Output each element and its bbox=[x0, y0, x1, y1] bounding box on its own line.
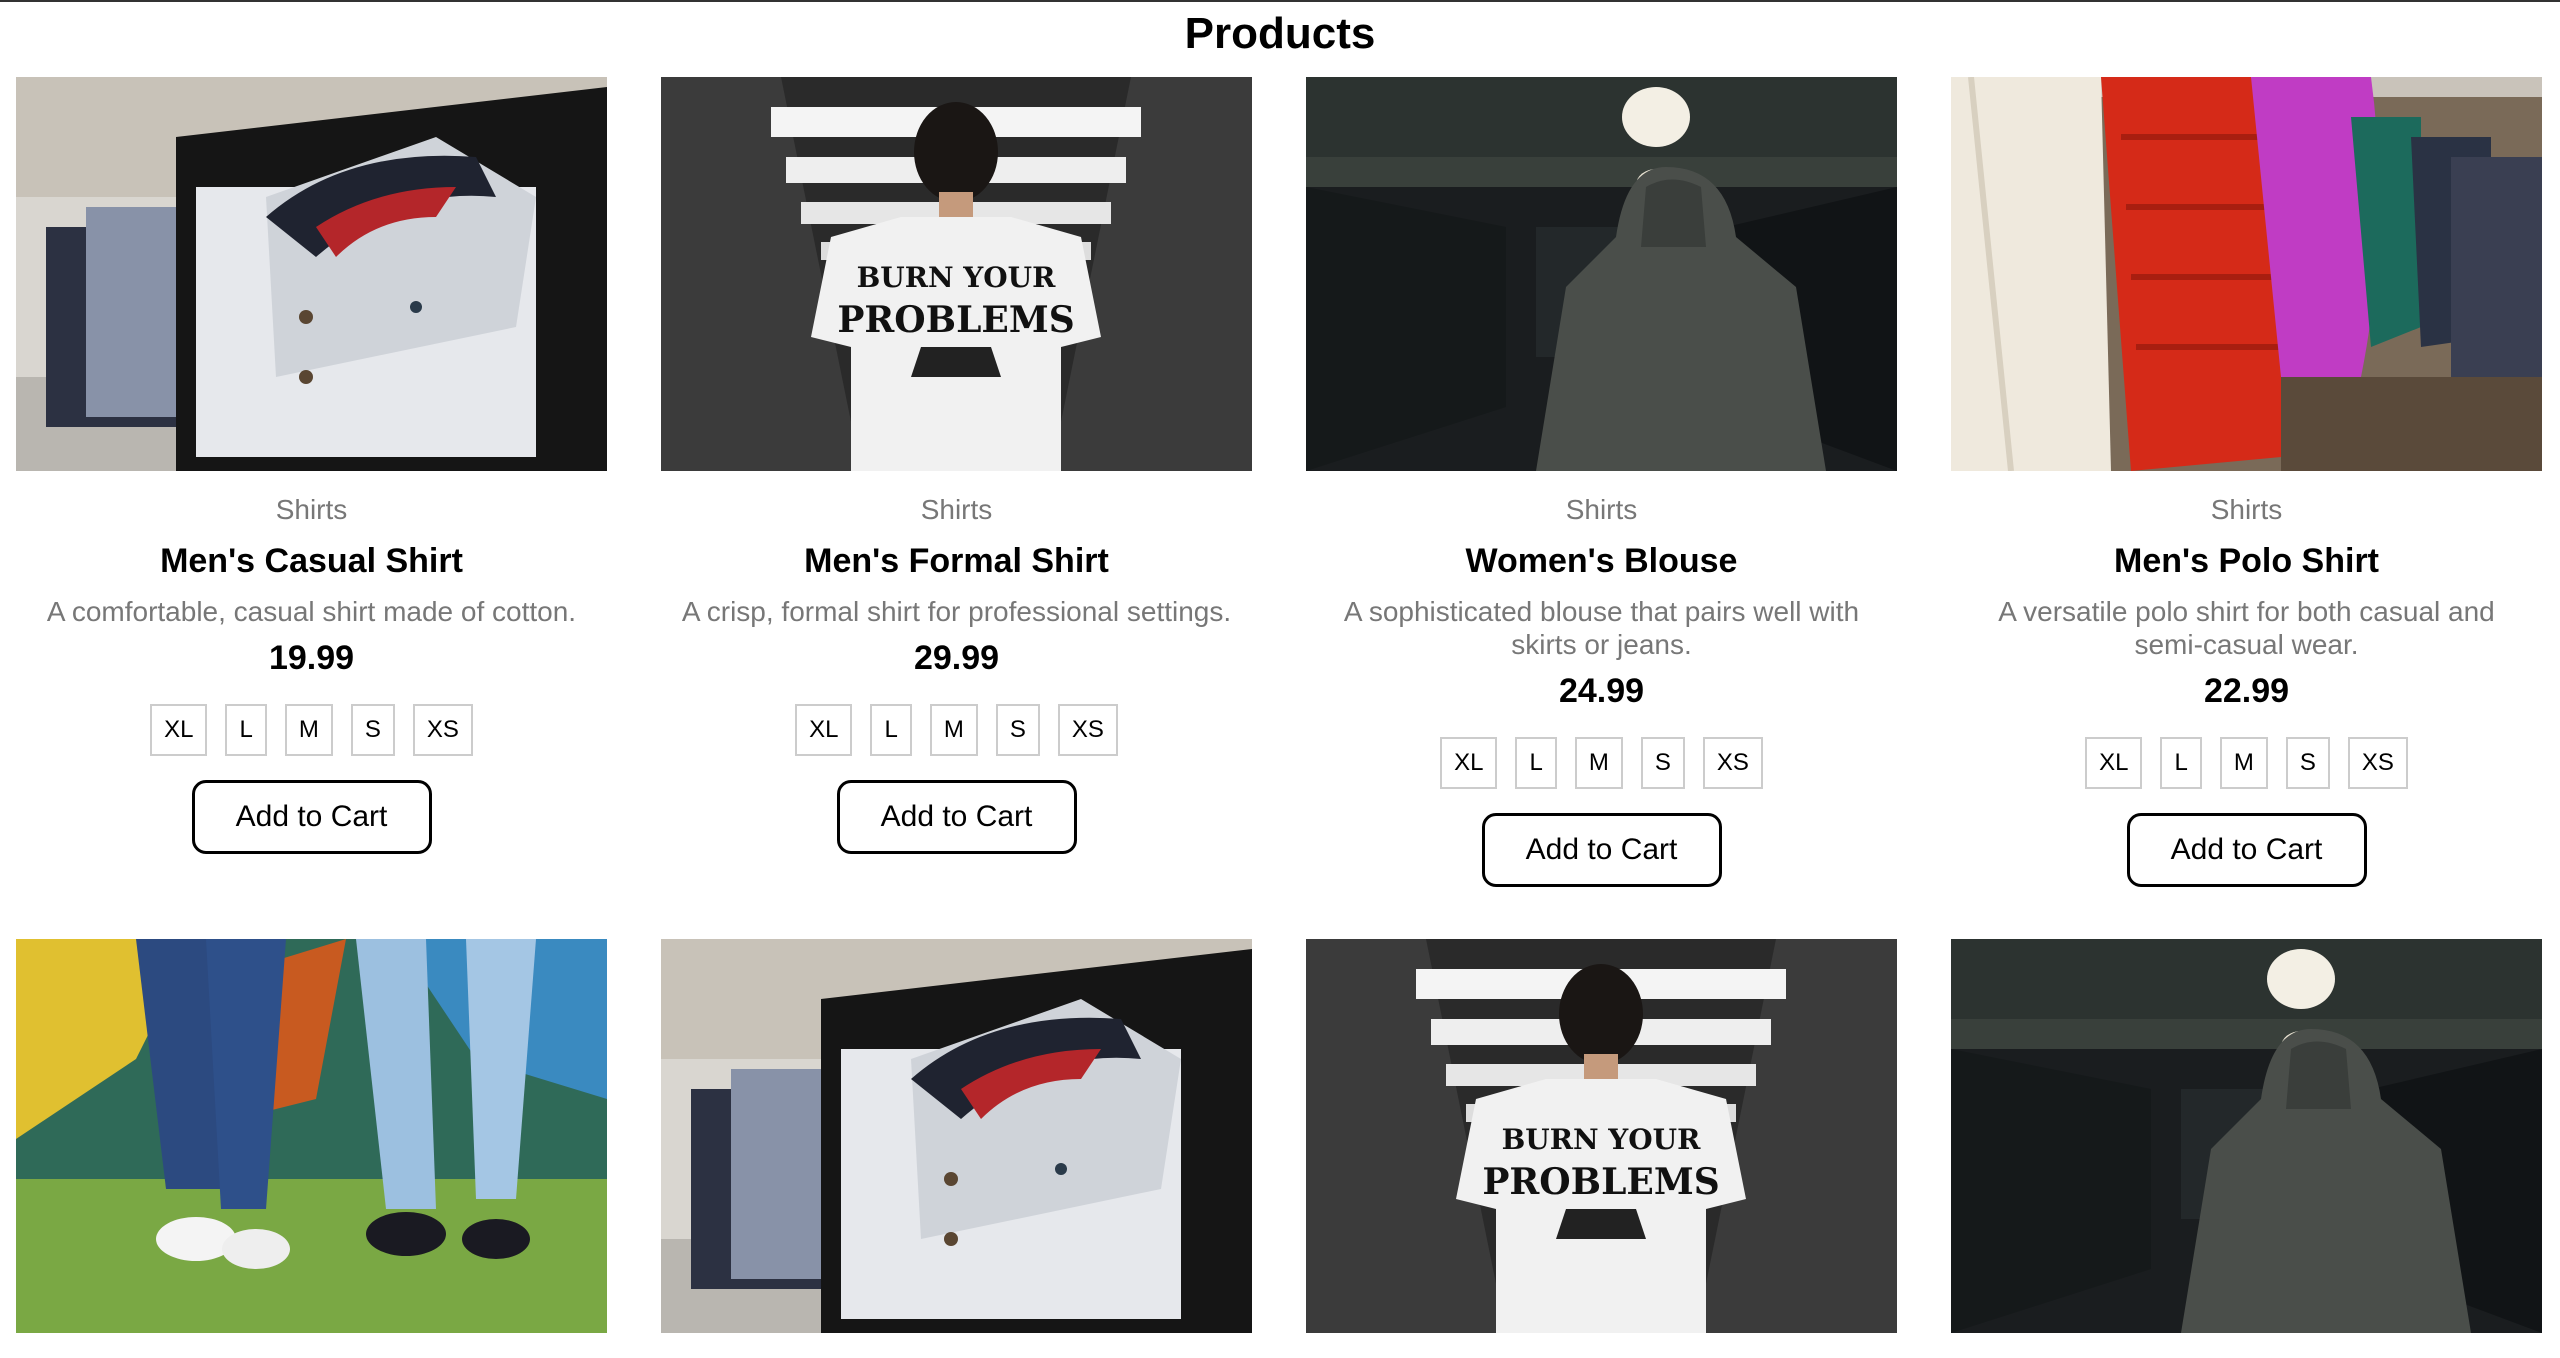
product-category: Shirts bbox=[2210, 494, 2283, 525]
product-card bbox=[16, 939, 607, 1333]
product-image-jackets[interactable] bbox=[1951, 77, 2542, 471]
shirt-print-line-1: BURN YOUR bbox=[1502, 1123, 1701, 1156]
product-name: Men's Casual Shirt bbox=[160, 542, 463, 580]
product-price: 22.99 bbox=[2203, 672, 2290, 710]
shirt-print-line-1: BURN YOUR bbox=[857, 261, 1056, 294]
size-l-button[interactable]: L bbox=[2160, 737, 2202, 789]
product-description: A sophisticated blouse that pairs well w… bbox=[1343, 596, 1860, 660]
add-to-cart-button[interactable]: Add to Cart bbox=[2126, 813, 2367, 887]
size-m-button[interactable]: M bbox=[2219, 737, 2268, 789]
size-m-button[interactable]: M bbox=[284, 704, 333, 756]
product-card bbox=[661, 939, 1252, 1333]
size-xl-button[interactable]: XL bbox=[1440, 737, 1498, 789]
size-s-button[interactable]: S bbox=[350, 704, 395, 756]
size-s-button[interactable]: S bbox=[995, 704, 1040, 756]
product-price: 29.99 bbox=[913, 639, 1000, 677]
jackets-rack-photo bbox=[1951, 77, 2542, 471]
size-xl-button[interactable]: XL bbox=[2085, 737, 2143, 789]
add-to-cart-button[interactable]: Add to Cart bbox=[191, 780, 432, 854]
product-image-hoodie[interactable] bbox=[1306, 77, 1897, 471]
product-description: A crisp, formal shirt for professional s… bbox=[681, 596, 1232, 627]
size-xl-button[interactable]: XL bbox=[795, 704, 853, 756]
product-grid: Shirts Men's Casual Shirt A comfortable,… bbox=[16, 77, 2544, 1333]
jeans-sneakers-photo bbox=[16, 939, 607, 1333]
product-category: Shirts bbox=[920, 494, 993, 525]
folded-shirt-photo bbox=[661, 939, 1252, 1333]
size-m-button[interactable]: M bbox=[929, 704, 978, 756]
product-description: A versatile polo shirt for both casual a… bbox=[1998, 596, 2495, 660]
shirt-print-line-2: PROBLEMS bbox=[1482, 1161, 1719, 1203]
product-name: Men's Polo Shirt bbox=[2114, 542, 2379, 580]
size-xs-button[interactable]: XS bbox=[2347, 737, 2408, 789]
hoodie-subway-photo bbox=[1951, 939, 2542, 1333]
product-price: 19.99 bbox=[268, 639, 355, 677]
product-card: BURN YOUR PROBLEMS Shirts Men's Formal S… bbox=[661, 77, 1252, 887]
product-price: 24.99 bbox=[1558, 672, 1645, 710]
size-l-button[interactable]: L bbox=[225, 704, 267, 756]
size-l-button[interactable]: L bbox=[1515, 737, 1557, 789]
add-to-cart-button[interactable]: Add to Cart bbox=[836, 780, 1077, 854]
page-title: Products bbox=[1184, 9, 1376, 58]
product-image-hoodie[interactable] bbox=[1951, 939, 2542, 1333]
product-image-jeans[interactable] bbox=[16, 939, 607, 1333]
product-category: Shirts bbox=[1565, 494, 1638, 525]
size-m-button[interactable]: M bbox=[1574, 737, 1623, 789]
product-card: BURN YOUR PROBLEMS bbox=[1306, 939, 1897, 1333]
size-options: XL L M S XS bbox=[1951, 737, 2542, 789]
product-card: Shirts Men's Polo Shirt A versatile polo… bbox=[1951, 77, 2542, 887]
hoodie-subway-photo bbox=[1306, 77, 1897, 471]
size-options: XL L M S XS bbox=[1306, 737, 1897, 789]
size-xs-button[interactable]: XS bbox=[1702, 737, 1763, 789]
product-image-tshirt[interactable]: BURN YOUR PROBLEMS bbox=[1306, 939, 1897, 1333]
product-image-folded-shirt[interactable] bbox=[16, 77, 607, 471]
top-border bbox=[0, 0, 2560, 2]
size-xs-button[interactable]: XS bbox=[412, 704, 473, 756]
tshirt-back-photo: BURN YOUR PROBLEMS bbox=[661, 77, 1252, 471]
folded-shirt-photo bbox=[16, 77, 607, 471]
product-description: A comfortable, casual shirt made of cott… bbox=[46, 596, 577, 627]
product-card: Shirts Women's Blouse A sophisticated bl… bbox=[1306, 77, 1897, 887]
size-s-button[interactable]: S bbox=[2285, 737, 2330, 789]
product-name: Men's Formal Shirt bbox=[804, 542, 1109, 580]
product-card: Shirts Men's Casual Shirt A comfortable,… bbox=[16, 77, 607, 887]
product-image-folded-shirt[interactable] bbox=[661, 939, 1252, 1333]
product-name: Women's Blouse bbox=[1465, 542, 1738, 580]
size-xl-button[interactable]: XL bbox=[150, 704, 208, 756]
product-image-tshirt[interactable]: BURN YOUR PROBLEMS bbox=[661, 77, 1252, 471]
size-xs-button[interactable]: XS bbox=[1057, 704, 1118, 756]
size-s-button[interactable]: S bbox=[1640, 737, 1685, 789]
shirt-print-line-2: PROBLEMS bbox=[837, 299, 1074, 341]
size-options: XL L M S XS bbox=[16, 704, 607, 756]
product-category: Shirts bbox=[275, 494, 348, 525]
size-l-button[interactable]: L bbox=[870, 704, 912, 756]
add-to-cart-button[interactable]: Add to Cart bbox=[1481, 813, 1722, 887]
tshirt-back-photo: BURN YOUR PROBLEMS bbox=[1306, 939, 1897, 1333]
size-options: XL L M S XS bbox=[661, 704, 1252, 756]
product-card bbox=[1951, 939, 2542, 1333]
